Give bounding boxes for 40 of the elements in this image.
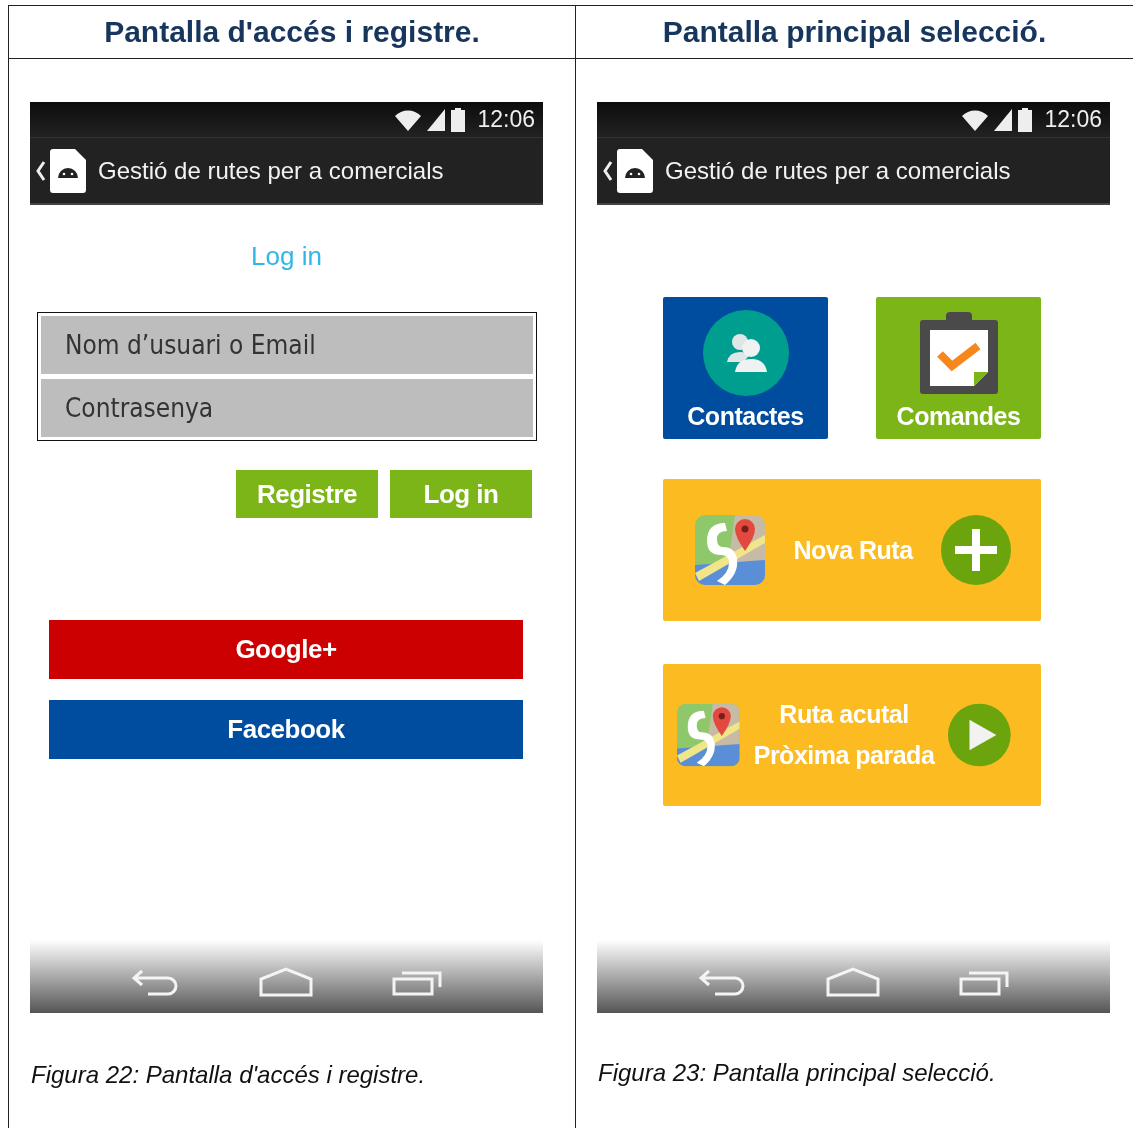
signal-icon — [994, 108, 1013, 131]
plus-icon[interactable] — [941, 515, 1011, 585]
android-app-icon — [617, 148, 653, 193]
social-login-button[interactable]: Facebook — [49, 700, 523, 759]
back-chevron-icon[interactable] — [603, 160, 613, 181]
social-login-button[interactable]: Google+ — [49, 620, 523, 679]
wifi-icon — [395, 108, 422, 131]
text-field[interactable]: Nom d’usuari o Email — [41, 316, 533, 374]
battery-icon — [451, 107, 466, 132]
map-icon — [695, 515, 765, 585]
text-field[interactable]: Contrasenya — [41, 379, 533, 437]
battery-icon — [1018, 107, 1033, 132]
android-app-icon — [50, 148, 86, 193]
tile-label: Comandes — [896, 402, 1021, 431]
route-label: Nova Ruta — [793, 535, 913, 565]
menu-tile[interactable]: Comandes — [876, 297, 1041, 439]
home-icon[interactable] — [258, 966, 313, 997]
back-chevron-icon[interactable] — [36, 160, 46, 181]
route-button[interactable]: Nova Ruta — [663, 479, 1041, 621]
action-button[interactable]: Log in — [390, 470, 532, 518]
column-heading: Pantalla d'accés i registre. — [9, 6, 575, 59]
menu-tile[interactable]: Contactes — [663, 297, 828, 439]
route-label: Pròxima parada — [753, 741, 935, 770]
figure-caption: Figura 22: Pantalla d'accés i registre. — [31, 1061, 427, 1089]
login-title: Log in — [251, 241, 322, 272]
route-label: Ruta acutal — [779, 700, 909, 729]
app-title: Gestió de rutes per a comercials — [98, 156, 444, 185]
wifi-icon — [962, 108, 989, 131]
app-title: Gestió de rutes per a comercials — [665, 156, 1011, 185]
figure-caption: Figura 23: Pantalla principal selecció. — [598, 1059, 997, 1087]
clipboard-check-icon — [917, 312, 1000, 396]
people-icon — [702, 310, 789, 396]
column-heading: Pantalla principal selecció. — [576, 6, 1133, 59]
action-button[interactable]: Registre — [236, 470, 378, 518]
status-time: 12:06 — [1044, 106, 1102, 133]
signal-icon — [427, 108, 446, 131]
home-icon[interactable] — [825, 966, 880, 997]
status-time: 12:06 — [477, 106, 535, 133]
tile-label: Contactes — [687, 402, 804, 431]
route-button[interactable]: Ruta acutal Pròxima parada — [663, 664, 1041, 806]
